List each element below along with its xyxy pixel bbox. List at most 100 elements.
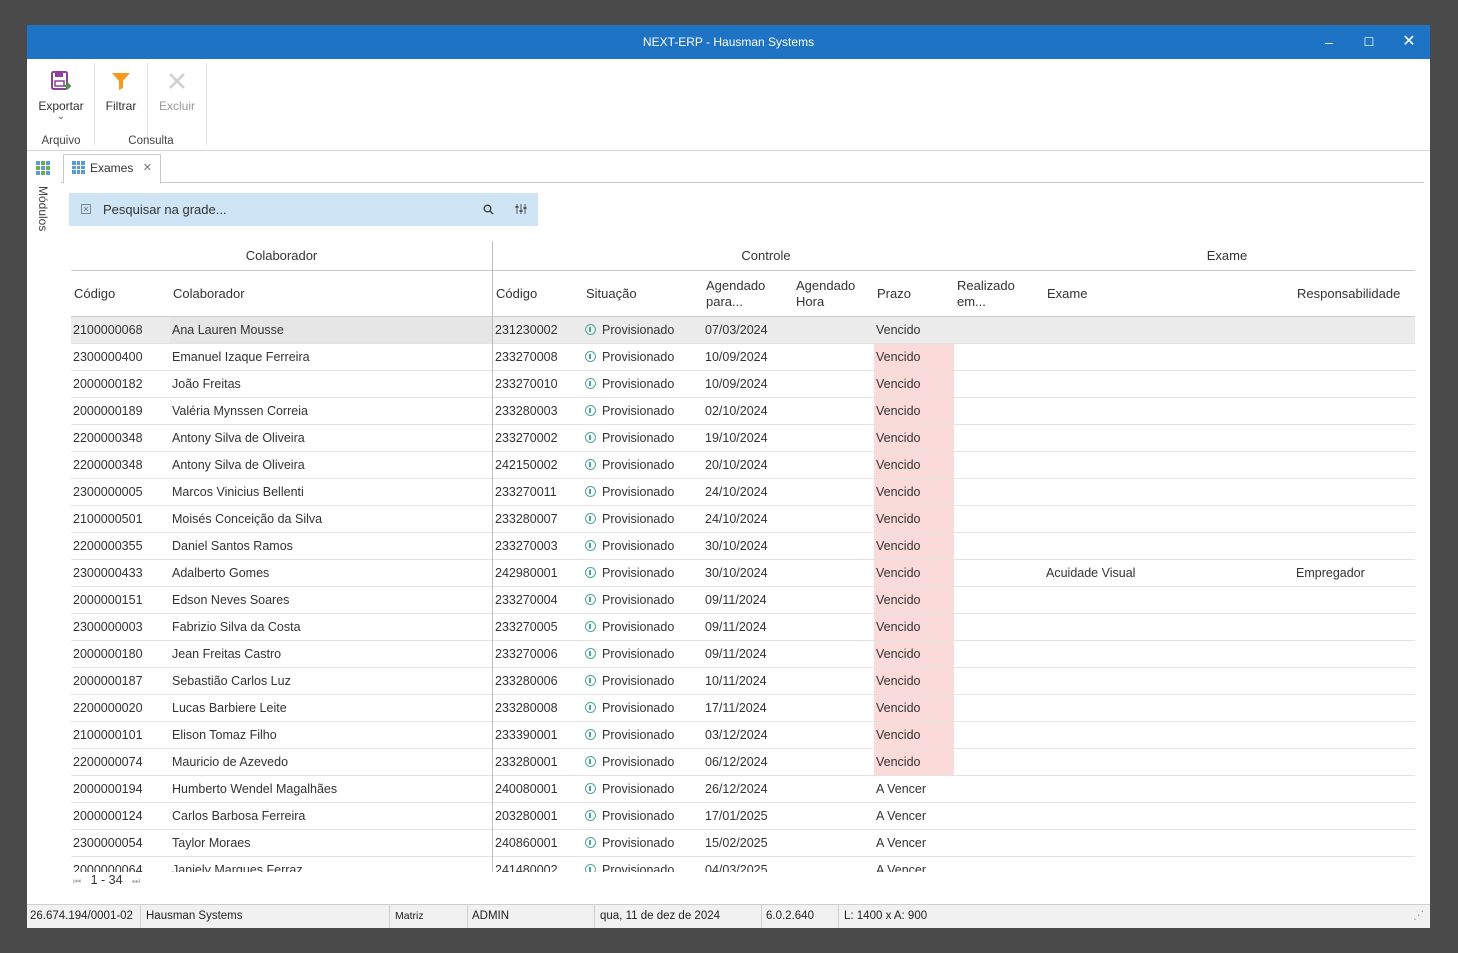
tab-close-icon[interactable]: ✕ (143, 155, 152, 181)
cell-codigo2[interactable]: 233280008 (493, 695, 583, 721)
cell-codigo[interactable]: 2000000187 (71, 668, 170, 694)
cell-exame[interactable] (1044, 695, 1294, 721)
table-row[interactable]: 2100000101 Elison Tomaz Filho 233390001 Pro… (71, 722, 1415, 749)
cell-situacao[interactable]: Provisionado (583, 668, 703, 694)
cell-codigo[interactable]: 2000000189 (71, 398, 170, 424)
cell-agendado[interactable]: 15/02/2025 (703, 830, 793, 856)
last-page-icon[interactable]: ⏭ (132, 876, 140, 886)
cell-prazo[interactable]: Vencido (874, 533, 954, 559)
cell-realizado[interactable] (954, 803, 1044, 829)
cell-colaborador[interactable]: Elison Tomaz Filho (170, 722, 492, 748)
cell-codigo2[interactable]: 242150002 (493, 452, 583, 478)
cell-exame[interactable] (1044, 533, 1294, 559)
cell-situacao[interactable]: Provisionado (583, 479, 703, 505)
cell-agendado[interactable]: 09/11/2024 (703, 587, 793, 613)
cell-resp[interactable] (1294, 533, 1415, 559)
table-row[interactable]: 2100000501 Moisés Conceição da Silva 23328… (71, 506, 1415, 533)
cell-codigo[interactable]: 2100000501 (71, 506, 170, 532)
cell-resp[interactable] (1294, 398, 1415, 424)
cell-realizado[interactable] (954, 830, 1044, 856)
cell-codigo2[interactable]: 240080001 (493, 776, 583, 802)
cell-codigo2[interactable]: 233270006 (493, 641, 583, 667)
cell-resp[interactable] (1294, 479, 1415, 505)
resize-grip-icon[interactable]: ⋰ (1410, 905, 1428, 928)
cell-realizado[interactable] (954, 371, 1044, 397)
cell-codigo2[interactable]: 242980001 (493, 560, 583, 586)
cell-resp[interactable] (1294, 641, 1415, 667)
table-row[interactable]: 2200000020 Lucas Barbiere Leite 233280008 P… (71, 695, 1415, 722)
cell-resp[interactable] (1294, 722, 1415, 748)
cell-realizado[interactable] (954, 560, 1044, 586)
cell-resp[interactable] (1294, 587, 1415, 613)
cell-agendado[interactable]: 03/12/2024 (703, 722, 793, 748)
cell-agendado[interactable]: 24/10/2024 (703, 506, 793, 532)
modulos-tab[interactable]: Módulos (36, 186, 50, 231)
cell-codigo[interactable]: 2300000005 (71, 479, 170, 505)
cell-agendado[interactable]: 20/10/2024 (703, 452, 793, 478)
cell-prazo[interactable]: Vencido (874, 695, 954, 721)
cell-resp[interactable] (1294, 668, 1415, 694)
first-page-icon[interactable]: ⏮ (73, 876, 81, 886)
cell-colaborador[interactable]: Antony Silva de Oliveira (170, 452, 492, 478)
table-row[interactable]: 2000000187 Sebastião Carlos Luz 233280006 P… (71, 668, 1415, 695)
cell-prazo[interactable]: Vencido (874, 425, 954, 451)
cell-codigo[interactable]: 2100000101 (71, 722, 170, 748)
cell-prazo[interactable]: Vencido (874, 722, 954, 748)
cell-prazo[interactable]: Vencido (874, 371, 954, 397)
cell-agendado[interactable]: 10/09/2024 (703, 371, 793, 397)
cell-situacao[interactable]: Provisionado (583, 614, 703, 640)
cell-exame[interactable] (1044, 641, 1294, 667)
table-row[interactable]: 2000000064 Janiely Marques Ferraz 24148000… (71, 857, 1415, 872)
table-row[interactable]: 2200000074 Mauricio de Azevedo 233280001 Pr… (71, 749, 1415, 776)
cell-codigo2[interactable]: 233270005 (493, 614, 583, 640)
cell-codigo2[interactable]: 233280003 (493, 398, 583, 424)
cell-hora[interactable] (793, 776, 874, 802)
cell-exame[interactable] (1044, 668, 1294, 694)
table-row[interactable]: 2000000189 Valéria Mynssen Correia 2332800… (71, 398, 1415, 425)
cell-exame[interactable] (1044, 587, 1294, 613)
cell-colaborador[interactable]: Antony Silva de Oliveira (170, 425, 492, 451)
cell-resp[interactable] (1294, 749, 1415, 775)
cell-hora[interactable] (793, 830, 874, 856)
cell-hora[interactable] (793, 317, 874, 343)
cell-hora[interactable] (793, 452, 874, 478)
cell-prazo[interactable]: Vencido (874, 398, 954, 424)
minimize-button[interactable]: – (1309, 25, 1349, 59)
table-row[interactable]: 2300000054 Taylor Moraes 240860001 Provisio… (71, 830, 1415, 857)
table-row[interactable]: 2200000348 Antony Silva de Oliveira 233270… (71, 425, 1415, 452)
cell-colaborador[interactable]: Janiely Marques Ferraz (170, 857, 492, 872)
table-row[interactable]: 2300000005 Marcos Vinicius Bellenti 233270… (71, 479, 1415, 506)
cell-situacao[interactable]: Provisionado (583, 560, 703, 586)
search-options-icon[interactable] (515, 203, 527, 215)
col-header-prazo[interactable]: Prazo (874, 271, 954, 317)
cell-agendado[interactable]: 06/12/2024 (703, 749, 793, 775)
cell-colaborador[interactable]: Adalberto Gomes (170, 560, 492, 586)
cell-resp[interactable] (1294, 344, 1415, 370)
cell-exame[interactable] (1044, 506, 1294, 532)
cell-hora[interactable] (793, 479, 874, 505)
cell-colaborador[interactable]: Moisés Conceição da Silva (170, 506, 492, 532)
cell-hora[interactable] (793, 533, 874, 559)
cell-prazo[interactable]: A Vencer (874, 776, 954, 802)
cell-realizado[interactable] (954, 857, 1044, 872)
cell-realizado[interactable] (954, 641, 1044, 667)
cell-prazo[interactable]: A Vencer (874, 803, 954, 829)
cell-realizado[interactable] (954, 317, 1044, 343)
cell-situacao[interactable]: Provisionado (583, 425, 703, 451)
cell-agendado[interactable]: 17/01/2025 (703, 803, 793, 829)
cell-prazo[interactable]: Vencido (874, 668, 954, 694)
table-row[interactable]: 2200000348 Antony Silva de Oliveira 242150… (71, 452, 1415, 479)
cell-agendado[interactable]: 19/10/2024 (703, 425, 793, 451)
cell-realizado[interactable] (954, 452, 1044, 478)
cell-situacao[interactable]: Provisionado (583, 857, 703, 872)
cell-resp[interactable] (1294, 452, 1415, 478)
cell-hora[interactable] (793, 668, 874, 694)
cell-colaborador[interactable]: Valéria Mynssen Correia (170, 398, 492, 424)
table-row[interactable]: 2100000068 Ana Lauren Mousse 231230002 Prov… (71, 317, 1415, 344)
cell-realizado[interactable] (954, 668, 1044, 694)
cell-codigo2[interactable]: 233270008 (493, 344, 583, 370)
cell-resp[interactable] (1294, 317, 1415, 343)
cell-codigo[interactable]: 2200000020 (71, 695, 170, 721)
cell-colaborador[interactable]: Ana Lauren Mousse (170, 317, 492, 343)
tab-exames[interactable]: Exames ✕ (63, 154, 161, 184)
